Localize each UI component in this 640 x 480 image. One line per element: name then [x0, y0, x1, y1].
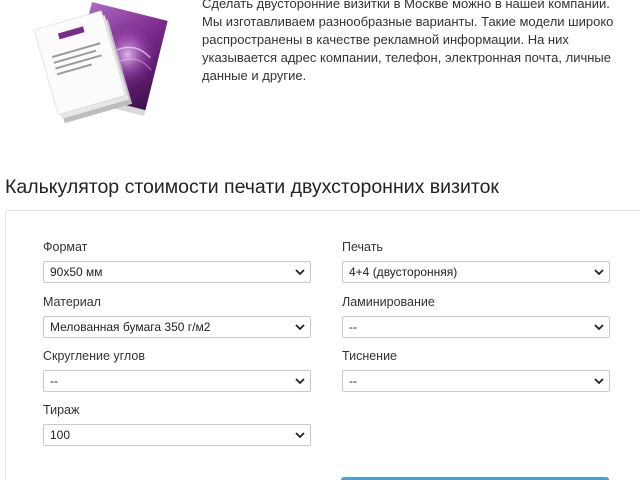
lamination-field: Ламинирование -- — [342, 295, 610, 338]
lamination-select-value: -- — [349, 320, 357, 334]
chevron-down-icon — [295, 324, 305, 331]
embossing-field: Тиснение -- — [342, 349, 610, 392]
chevron-down-icon — [594, 378, 604, 385]
format-select-value: 90х50 мм — [50, 265, 103, 279]
format-select[interactable]: 90х50 мм — [43, 261, 311, 283]
format-field: Формат 90х50 мм — [43, 240, 311, 283]
quantity-select-value: 100 — [50, 428, 71, 442]
lamination-select[interactable]: -- — [342, 316, 610, 338]
rounding-select[interactable]: -- — [43, 370, 311, 392]
chevron-down-icon — [594, 324, 604, 331]
material-select-value: Мелованная бумага 350 г/м2 — [50, 320, 211, 334]
calculator-title: Калькулятор стоимости печати двухсторонн… — [5, 176, 499, 198]
quantity-label: Тираж — [43, 403, 80, 417]
calculator-panel: Формат 90х50 мм Печать 4+4 (двусторонняя… — [5, 210, 640, 480]
chevron-down-icon — [295, 269, 305, 276]
chevron-down-icon — [594, 269, 604, 276]
embossing-label: Тиснение — [342, 349, 398, 363]
embossing-select[interactable]: -- — [342, 370, 610, 392]
quantity-select[interactable]: 100 — [43, 424, 311, 446]
chevron-down-icon — [295, 432, 305, 439]
format-label: Формат — [43, 240, 88, 254]
material-label: Материал — [43, 295, 101, 309]
chevron-down-icon — [295, 378, 305, 385]
quantity-field: Тираж 100 — [43, 403, 311, 446]
print-select-value: 4+4 (двусторонняя) — [349, 265, 458, 279]
intro-description: Сделать двусторонние визитки в Москве мо… — [202, 0, 614, 83]
lamination-label: Ламинирование — [342, 295, 435, 309]
rounding-select-value: -- — [50, 374, 58, 388]
rounding-field: Скругление углов -- — [43, 349, 311, 392]
business-cards-image — [33, 2, 168, 124]
print-label: Печать — [342, 240, 383, 254]
material-field: Материал Мелованная бумага 350 г/м2 — [43, 295, 311, 338]
material-select[interactable]: Мелованная бумага 350 г/м2 — [43, 316, 311, 338]
embossing-select-value: -- — [349, 374, 357, 388]
print-select[interactable]: 4+4 (двусторонняя) — [342, 261, 610, 283]
rounding-label: Скругление углов — [43, 349, 145, 363]
print-field: Печать 4+4 (двусторонняя) — [342, 240, 610, 283]
